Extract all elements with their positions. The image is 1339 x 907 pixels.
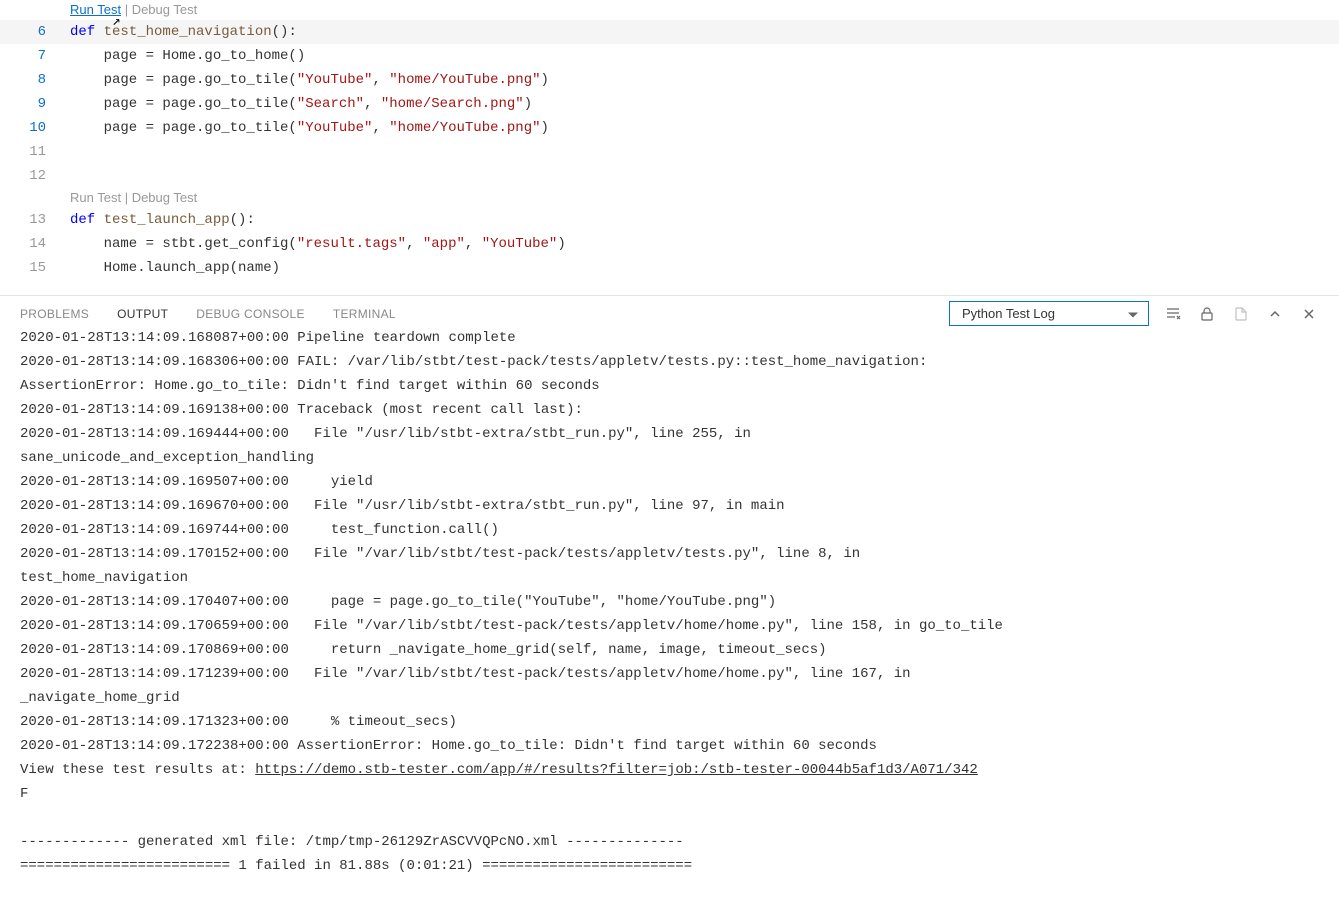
open-file-icon[interactable] — [1231, 304, 1251, 324]
output-content[interactable]: 2020-01-28T13:14:09.168087+00:00 Pipelin… — [0, 326, 1339, 902]
close-panel-icon[interactable] — [1299, 304, 1319, 324]
run-test-link[interactable]: Run Test — [70, 2, 121, 17]
code-line[interactable]: 8 page = page.go_to_tile("YouTube", "hom… — [0, 68, 1339, 92]
clear-output-icon[interactable] — [1163, 304, 1183, 324]
line-number: 10 — [0, 116, 70, 140]
line-number: 8 — [0, 68, 70, 92]
code-line[interactable]: 15 Home.launch_app(name) — [0, 256, 1339, 280]
codelens: Run Test | Debug Test — [0, 188, 1339, 208]
line-content: name = stbt.get_config("result.tags", "a… — [70, 232, 1339, 256]
output-channel-select[interactable]: Python Test Log — [949, 301, 1149, 326]
tab-problems[interactable]: PROBLEMS — [20, 299, 89, 329]
code-line[interactable]: 12 — [0, 164, 1339, 188]
tab-debug-console[interactable]: DEBUG CONSOLE — [196, 299, 305, 329]
line-number: 15 — [0, 256, 70, 280]
line-content: Home.launch_app(name) — [70, 256, 1339, 280]
code-line[interactable]: 9 page = page.go_to_tile("Search", "home… — [0, 92, 1339, 116]
line-number: 7 — [0, 44, 70, 68]
lock-scroll-icon[interactable] — [1197, 304, 1217, 324]
codelens-separator: | — [121, 190, 132, 205]
code-line[interactable]: 14 name = stbt.get_config("result.tags",… — [0, 232, 1339, 256]
tab-output[interactable]: OUTPUT — [117, 299, 168, 329]
line-number: 11 — [0, 140, 70, 164]
debug-test-link[interactable]: Debug Test — [132, 2, 198, 17]
collapse-panel-icon[interactable] — [1265, 304, 1285, 324]
line-content: page = Home.go_to_home() — [70, 44, 1339, 68]
code-line[interactable]: 7 page = Home.go_to_home() — [0, 44, 1339, 68]
line-number: 12 — [0, 164, 70, 188]
line-number: 14 — [0, 232, 70, 256]
output-channel-value: Python Test Log — [962, 306, 1055, 321]
line-content: page = page.go_to_tile("YouTube", "home/… — [70, 116, 1339, 140]
line-number: 6 — [0, 20, 70, 44]
line-content: def test_home_navigation(): — [70, 20, 1339, 44]
line-number: 9 — [0, 92, 70, 116]
debug-test-link[interactable]: Debug Test — [132, 190, 198, 205]
editor-pane: Run Test | Debug Test↖6def test_home_nav… — [0, 0, 1339, 295]
codelens-separator: | — [121, 2, 132, 17]
code-line[interactable]: 11 — [0, 140, 1339, 164]
code-line[interactable]: 10 page = page.go_to_tile("YouTube", "ho… — [0, 116, 1339, 140]
code-line[interactable]: 13def test_launch_app(): — [0, 208, 1339, 232]
run-test-link[interactable]: Run Test — [70, 190, 121, 205]
codelens: Run Test | Debug Test — [0, 0, 1339, 20]
line-content: def test_launch_app(): — [70, 208, 1339, 232]
panel-actions: Python Test Log — [949, 301, 1319, 326]
bottom-panel: PROBLEMS OUTPUT DEBUG CONSOLE TERMINAL P… — [0, 295, 1339, 907]
tab-terminal[interactable]: TERMINAL — [333, 299, 396, 329]
code-line[interactable]: 6def test_home_navigation(): — [0, 20, 1339, 44]
panel-tabs: PROBLEMS OUTPUT DEBUG CONSOLE TERMINAL — [20, 299, 396, 329]
line-content: page = page.go_to_tile("Search", "home/S… — [70, 92, 1339, 116]
line-content: page = page.go_to_tile("YouTube", "home/… — [70, 68, 1339, 92]
result-link[interactable]: https://demo.stb-tester.com/app/#/result… — [255, 762, 978, 778]
result-prefix: View these test results at: — [20, 762, 255, 778]
line-number: 13 — [0, 208, 70, 232]
